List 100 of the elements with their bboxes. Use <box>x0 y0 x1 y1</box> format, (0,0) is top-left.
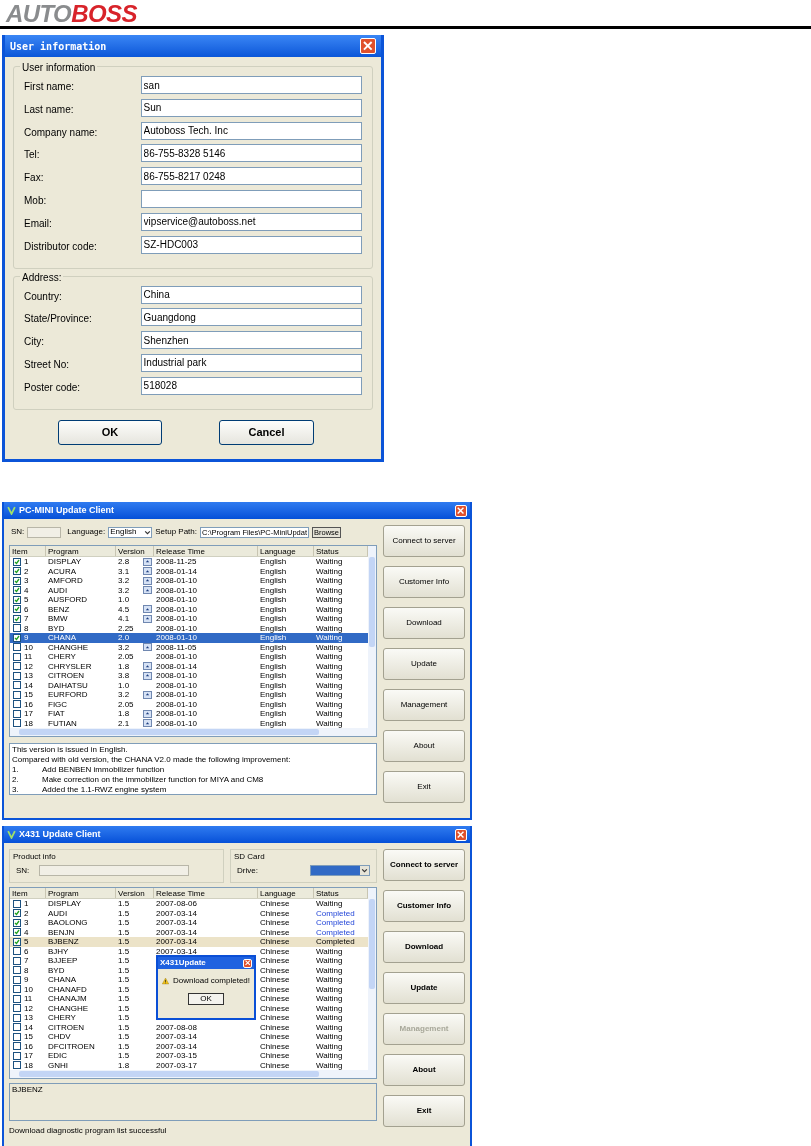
column-header[interactable]: Program <box>46 546 116 556</box>
input-field[interactable] <box>140 190 362 208</box>
expand-button[interactable] <box>143 586 152 595</box>
checkbox[interactable] <box>13 1042 21 1051</box>
close-button[interactable] <box>360 38 376 54</box>
column-header[interactable]: Program <box>46 888 116 898</box>
input-field[interactable]: Shenzhen <box>140 331 362 350</box>
side-button[interactable]: Download <box>383 607 465 639</box>
checkbox[interactable] <box>13 595 21 604</box>
checkbox[interactable] <box>13 681 21 690</box>
expand-button[interactable] <box>143 576 152 585</box>
input-field[interactable]: 86-755-8328 5146 <box>140 144 362 163</box>
checkbox[interactable] <box>13 994 21 1003</box>
drive-select[interactable] <box>310 865 370 876</box>
checkbox[interactable] <box>13 624 21 633</box>
side-button[interactable]: Update <box>383 972 465 1004</box>
checkbox[interactable] <box>13 719 21 728</box>
side-button[interactable]: About <box>383 1054 465 1086</box>
close-button[interactable] <box>455 504 467 517</box>
checkbox[interactable] <box>13 576 21 585</box>
checkbox[interactable] <box>13 1004 21 1013</box>
checkbox[interactable] <box>13 633 21 642</box>
column-header[interactable]: Language <box>258 546 314 556</box>
horizontal-scrollbar[interactable] <box>10 728 368 736</box>
table-row[interactable]: 9 CHANA 2.0 2008-01-10 English Waiting <box>10 633 368 643</box>
sn-field[interactable] <box>39 865 190 876</box>
expand-button[interactable] <box>143 605 152 614</box>
side-button[interactable]: Customer Info <box>383 890 465 922</box>
close-button[interactable] <box>455 828 467 841</box>
checkbox[interactable] <box>13 1051 21 1060</box>
horizontal-scrollbar[interactable] <box>10 1070 368 1078</box>
checkbox[interactable] <box>13 918 21 927</box>
column-header[interactable]: Version <box>116 546 154 556</box>
dialog-button[interactable]: Cancel <box>219 419 314 445</box>
side-button[interactable]: About <box>383 730 465 762</box>
input-field[interactable]: SZ-HDC003 <box>140 235 362 254</box>
checkbox[interactable] <box>13 928 21 937</box>
checkbox[interactable] <box>13 937 21 946</box>
checkbox[interactable] <box>13 975 21 984</box>
checkbox[interactable] <box>13 1023 21 1032</box>
input-field[interactable]: san <box>140 76 362 94</box>
input-field[interactable]: vipservice@autoboss.net <box>140 212 362 231</box>
table-row[interactable]: 5 BJBENZ 1.5 2007-03-14 Chinese Completed <box>10 937 368 947</box>
language-select[interactable]: English <box>108 526 153 538</box>
checkbox[interactable] <box>13 899 21 908</box>
checkbox[interactable] <box>13 605 21 614</box>
column-header[interactable]: Release Time <box>154 888 258 898</box>
expand-button[interactable] <box>143 671 152 680</box>
column-header[interactable]: Version <box>116 888 154 898</box>
checkbox[interactable] <box>13 709 21 718</box>
column-header[interactable]: Release Time <box>154 546 258 556</box>
side-button[interactable]: Exit <box>383 771 465 803</box>
checkbox[interactable] <box>13 586 21 595</box>
checkbox[interactable] <box>13 700 21 709</box>
checkbox[interactable] <box>13 966 21 975</box>
expand-button[interactable] <box>143 557 152 566</box>
checkbox[interactable] <box>13 557 21 566</box>
side-button[interactable]: Exit <box>383 1095 465 1127</box>
ok-button[interactable]: OK <box>188 993 224 1005</box>
checkbox[interactable] <box>13 1013 21 1022</box>
dialog-button[interactable]: OK <box>58 419 162 445</box>
checkbox[interactable] <box>13 690 21 699</box>
side-button[interactable]: Connect to server <box>383 849 465 881</box>
close-button[interactable] <box>243 958 252 968</box>
vertical-scrollbar[interactable] <box>368 546 376 736</box>
input-field[interactable]: Industrial park <box>140 353 362 372</box>
input-field[interactable]: 86-755-8217 0248 <box>140 167 362 186</box>
expand-button[interactable] <box>143 690 152 699</box>
checkbox[interactable] <box>13 1032 21 1041</box>
checkbox[interactable] <box>13 985 21 994</box>
column-header[interactable]: Item <box>10 546 46 556</box>
expand-button[interactable] <box>143 643 152 652</box>
column-header[interactable]: Item <box>10 888 46 898</box>
checkbox[interactable] <box>13 1061 21 1070</box>
input-field[interactable]: China <box>140 285 362 304</box>
input-field[interactable]: 518028 <box>140 376 362 395</box>
vertical-scrollbar[interactable] <box>368 888 376 1078</box>
side-button[interactable]: Connect to server <box>383 525 465 557</box>
expand-button[interactable] <box>143 614 152 623</box>
expand-button[interactable] <box>143 567 152 576</box>
input-field[interactable]: Guangdong <box>140 308 362 327</box>
expand-button[interactable] <box>143 709 152 718</box>
side-button[interactable]: Update <box>383 648 465 680</box>
input-field[interactable]: Autoboss Tech. Inc <box>140 121 362 140</box>
side-button[interactable]: Customer Info <box>383 566 465 598</box>
checkbox[interactable] <box>13 614 21 623</box>
column-header[interactable]: Language <box>258 888 314 898</box>
expand-button[interactable] <box>143 662 152 671</box>
checkbox[interactable] <box>13 652 21 661</box>
checkbox[interactable] <box>13 909 21 918</box>
checkbox[interactable] <box>13 956 21 965</box>
checkbox[interactable] <box>13 662 21 671</box>
checkbox[interactable] <box>13 567 21 576</box>
expand-button[interactable] <box>143 719 152 728</box>
sn-field[interactable] <box>27 526 62 538</box>
side-button[interactable]: Management <box>383 689 465 721</box>
checkbox[interactable] <box>13 671 21 680</box>
checkbox[interactable] <box>13 947 21 956</box>
side-button[interactable]: Download <box>383 931 465 963</box>
checkbox[interactable] <box>13 643 21 652</box>
